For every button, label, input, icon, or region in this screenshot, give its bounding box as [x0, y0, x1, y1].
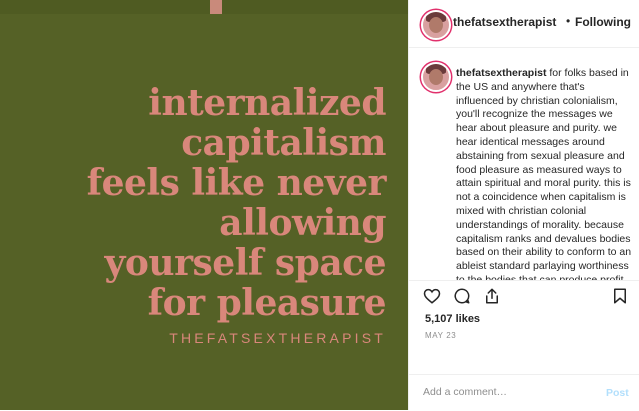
heart-icon[interactable]: [423, 287, 441, 305]
post-header: thefatsextherapist • Following: [409, 0, 639, 48]
post-signature: THEFATSEXTHERAPIST: [169, 330, 386, 346]
comment-bar: Post: [409, 374, 639, 411]
header-username[interactable]: thefatsextherapist: [453, 15, 556, 29]
quote-line: internalized: [148, 82, 386, 124]
post-comment-button[interactable]: Post: [606, 387, 629, 399]
post-quote: internalized capitalism feels like never…: [6, 82, 387, 324]
image-top-strip: [0, 0, 408, 14]
post-date[interactable]: MAY 23: [425, 331, 456, 340]
quote-line: allowing: [219, 202, 386, 244]
comment-icon[interactable]: [453, 287, 471, 305]
quote-line: for pleasure: [147, 282, 387, 324]
quote-line: yourself space: [104, 242, 386, 284]
avatar[interactable]: [421, 10, 451, 40]
image-accent: [210, 0, 222, 14]
action-bar: [409, 280, 639, 311]
following-button[interactable]: Following: [575, 15, 631, 29]
caption-username[interactable]: thefatsextherapist: [456, 67, 546, 79]
post-image[interactable]: internalized capitalism feels like never…: [0, 0, 408, 410]
likes-count[interactable]: 5,107 likes: [425, 313, 480, 325]
caption-avatar[interactable]: [421, 62, 451, 92]
caption-area: thefatsextherapist for folks based in th…: [409, 48, 639, 280]
quote-line: capitalism: [181, 122, 386, 164]
comment-input[interactable]: [423, 386, 593, 398]
post-caption: thefatsextherapist for folks based in th…: [456, 67, 632, 280]
post-side-panel: thefatsextherapist • Following thefatsex…: [408, 0, 639, 410]
caption-text: for folks based in the US and anywhere t…: [456, 67, 632, 280]
bookmark-icon[interactable]: [611, 287, 629, 305]
quote-line: feels like never: [86, 162, 387, 204]
share-icon[interactable]: [483, 287, 501, 305]
header-separator: •: [566, 14, 571, 28]
